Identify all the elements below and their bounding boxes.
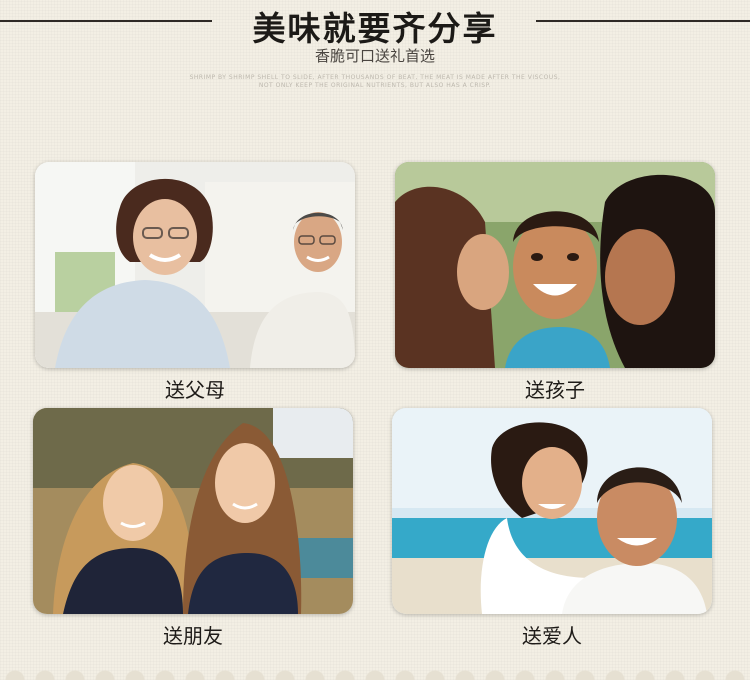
page-title: 美味就要齐分享 (252, 9, 498, 48)
photo-card-lover[interactable] (392, 408, 712, 614)
card-caption-lover: 送爱人 (522, 624, 582, 648)
photo-card-parents[interactable] (35, 162, 355, 368)
friends-photo (33, 408, 353, 614)
fine-print-line-1: SHRIMP BY SHRIMP SHELL TO SLIDE, AFTER T… (189, 74, 561, 81)
photo-card-child[interactable] (395, 162, 715, 368)
lover-photo (392, 408, 712, 614)
card-caption-parents: 送父母 (165, 378, 225, 402)
bottom-scallop-border (0, 666, 750, 680)
photo-card-friends[interactable] (33, 408, 353, 614)
fine-print-line-2: NOT ONLY KEEP THE ORIGINAL NUTRIENTS, BU… (258, 82, 492, 89)
card-caption-friends: 送朋友 (163, 624, 223, 648)
fine-print: SHRIMP BY SHRIMP SHELL TO SLIDE, AFTER T… (0, 74, 750, 90)
parents-photo (35, 162, 355, 368)
page-subtitle: 香脆可口送礼首选 (314, 47, 435, 65)
card-caption-child: 送孩子 (525, 378, 585, 402)
child-photo (395, 162, 715, 368)
